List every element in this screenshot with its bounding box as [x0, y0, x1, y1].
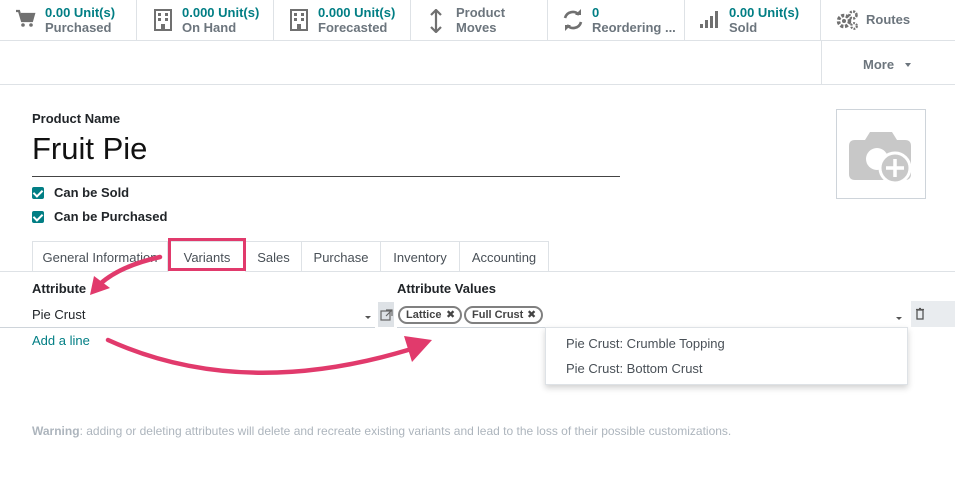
- arrows-vertical-icon: [430, 8, 452, 34]
- sold-label: Sold: [729, 20, 758, 35]
- forecasted-value: 0.000 Unit(s): [318, 5, 396, 20]
- gears-icon: [835, 9, 858, 33]
- caret-down-icon: [905, 63, 911, 67]
- tag-label: Lattice: [406, 309, 442, 321]
- trash-icon: [916, 307, 924, 320]
- product-image-upload[interactable]: [836, 109, 926, 199]
- more-dropdown-button[interactable]: More: [821, 41, 955, 85]
- product-moves-button[interactable]: Product Moves: [411, 0, 548, 41]
- purchased-label: Purchased: [45, 20, 112, 35]
- signal-bars-icon: [699, 9, 721, 33]
- forecasted-label: Forecasted: [318, 20, 388, 35]
- reordering-button[interactable]: 0 Reordering ...: [548, 0, 685, 41]
- external-link-icon: [380, 309, 393, 321]
- warning-text: : adding or deleting attributes will del…: [79, 424, 732, 438]
- attribute-value-tag[interactable]: Lattice ✖: [398, 306, 462, 324]
- column-header-attribute-values: Attribute Values: [397, 281, 496, 296]
- can-be-purchased-checkbox[interactable]: [32, 211, 44, 223]
- reordering-value: 0: [592, 5, 600, 20]
- refresh-icon: [562, 9, 584, 33]
- building-icon: [154, 9, 176, 33]
- camera-plus-icon: [849, 132, 912, 185]
- external-link-button[interactable]: [378, 302, 394, 327]
- product-name-underline: [32, 176, 620, 177]
- tag-label: Full Crust: [472, 309, 524, 321]
- dropdown-option[interactable]: Pie Crust: Bottom Crust: [566, 361, 703, 376]
- tab-accounting[interactable]: Accounting: [459, 241, 549, 272]
- add-a-line-link[interactable]: Add a line: [32, 333, 90, 348]
- sold-button[interactable]: 0.00 Unit(s) Sold: [685, 0, 821, 41]
- close-icon[interactable]: ✖: [446, 308, 455, 322]
- close-icon[interactable]: ✖: [527, 308, 536, 322]
- product-name-input[interactable]: Fruit Pie: [32, 131, 147, 167]
- attribute-values-dropdown: Pie Crust: Crumble Topping Pie Crust: Bo…: [545, 327, 908, 385]
- tab-sales[interactable]: Sales: [245, 241, 302, 272]
- on-hand-value: 0.000 Unit(s): [182, 5, 260, 20]
- attribute-value-tag[interactable]: Full Crust ✖: [464, 306, 543, 324]
- building-icon: [290, 9, 312, 33]
- tab-inventory[interactable]: Inventory: [380, 241, 460, 272]
- warning-bold: Warning: [32, 424, 80, 438]
- purchased-button[interactable]: 0.00 Unit(s) Purchased: [0, 0, 137, 41]
- forecasted-button[interactable]: 0.000 Unit(s) Forecasted: [274, 0, 411, 41]
- attribute-select[interactable]: Pie Crust: [32, 307, 85, 322]
- tab-general-information[interactable]: General Information: [32, 241, 168, 272]
- attribute-underline: [0, 327, 375, 328]
- routes-button[interactable]: Routes: [821, 0, 955, 41]
- annotation-highlight-box: [168, 238, 246, 271]
- smart-button-bar: 0.00 Unit(s) Purchased 0.000 Unit(s) On …: [0, 0, 955, 85]
- variants-warning: Warning: adding or deleting attributes w…: [32, 424, 731, 438]
- column-header-attribute: Attribute: [32, 281, 87, 296]
- tab-purchase[interactable]: Purchase: [301, 241, 381, 272]
- can-be-sold-checkbox[interactable]: [32, 187, 44, 199]
- routes-label: Routes: [866, 12, 911, 27]
- delete-row-button[interactable]: [911, 301, 955, 327]
- caret-down-icon: [896, 317, 902, 320]
- cart-icon: [15, 9, 37, 33]
- on-hand-button[interactable]: 0.000 Unit(s) On Hand: [137, 0, 274, 41]
- product-moves-label: Moves: [456, 20, 497, 35]
- product-name-label: Product Name: [32, 111, 121, 126]
- caret-down-icon: [365, 316, 371, 319]
- purchased-value: 0.00 Unit(s): [45, 5, 116, 20]
- product-moves-value: Product: [456, 5, 506, 20]
- notebook-tabs: General Information Variants Sales Purch…: [0, 241, 955, 272]
- more-label: More: [863, 57, 895, 72]
- can-be-purchased-label: Can be Purchased: [54, 209, 168, 224]
- sold-value: 0.00 Unit(s): [729, 5, 800, 20]
- reordering-label: Reordering ...: [592, 20, 676, 35]
- on-hand-label: On Hand: [182, 20, 237, 35]
- dropdown-option[interactable]: Pie Crust: Crumble Topping: [566, 336, 725, 351]
- can-be-sold-label: Can be Sold: [54, 185, 130, 200]
